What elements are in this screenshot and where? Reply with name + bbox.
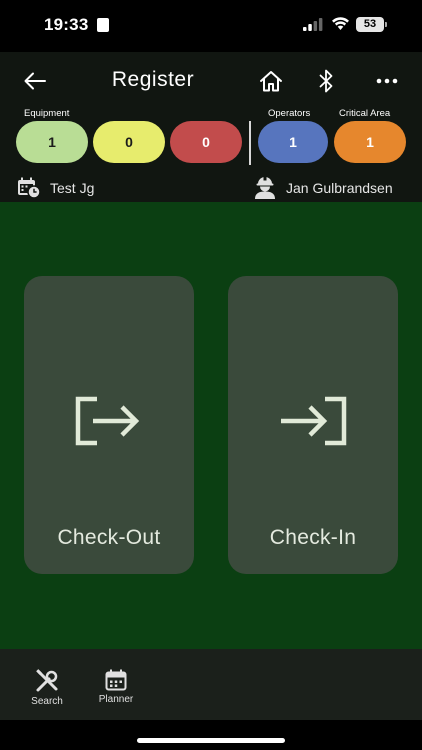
- check-in-label: Check-In: [269, 526, 357, 549]
- check-in-icon: [281, 396, 347, 446]
- equipment-label: Equipment: [24, 108, 70, 119]
- contact-card-icon: [97, 18, 109, 32]
- project-name: Test Jg: [50, 180, 95, 196]
- status-bar: 19:33 53: [0, 0, 422, 52]
- home-indicator[interactable]: [137, 738, 285, 743]
- calendar-clock-icon: [18, 177, 41, 199]
- bottom-navigation: Search Planner: [0, 649, 422, 720]
- home-button[interactable]: [257, 67, 285, 95]
- status-time: 19:33: [44, 15, 89, 34]
- tools-icon: [36, 669, 58, 692]
- check-out-icon: [75, 396, 140, 446]
- bluetooth-icon: [319, 69, 333, 93]
- worker-helmet-icon: [255, 176, 275, 199]
- more-options-button[interactable]: [372, 70, 402, 92]
- equipment-warning-count[interactable]: 0: [93, 121, 165, 163]
- critical-area-count[interactable]: 1: [334, 121, 406, 163]
- wifi-icon: [332, 17, 349, 30]
- divider: [249, 121, 251, 165]
- action-area: Check-Out Check-In: [0, 202, 422, 649]
- operators-label: Operators: [268, 108, 311, 119]
- nav-search[interactable]: Search: [17, 669, 77, 707]
- nav-search-label: Search: [31, 696, 63, 707]
- home-icon: [260, 71, 282, 92]
- operators-count[interactable]: 1: [258, 121, 328, 163]
- critical-area-label: Critical Area: [339, 108, 391, 119]
- more-icon: [376, 78, 398, 84]
- bluetooth-button[interactable]: [314, 66, 338, 96]
- check-out-label: Check-Out: [57, 526, 161, 549]
- home-indicator-area: [0, 720, 422, 750]
- battery-indicator: 53: [356, 17, 387, 32]
- app-header: Register Equipment Operators Critical Ar…: [0, 52, 422, 202]
- check-in-button[interactable]: Check-In: [228, 276, 398, 574]
- nav-planner-label: Planner: [98, 694, 134, 705]
- equipment-fault-count[interactable]: 0: [170, 121, 242, 163]
- cellular-signal-icon: [303, 18, 323, 31]
- planner-calendar-icon: [105, 669, 127, 691]
- nav-planner[interactable]: Planner: [86, 669, 146, 705]
- equipment-ok-count[interactable]: 1: [16, 121, 88, 163]
- operator-name: Jan Gulbrandsen: [286, 180, 393, 196]
- check-out-button[interactable]: Check-Out: [24, 276, 194, 574]
